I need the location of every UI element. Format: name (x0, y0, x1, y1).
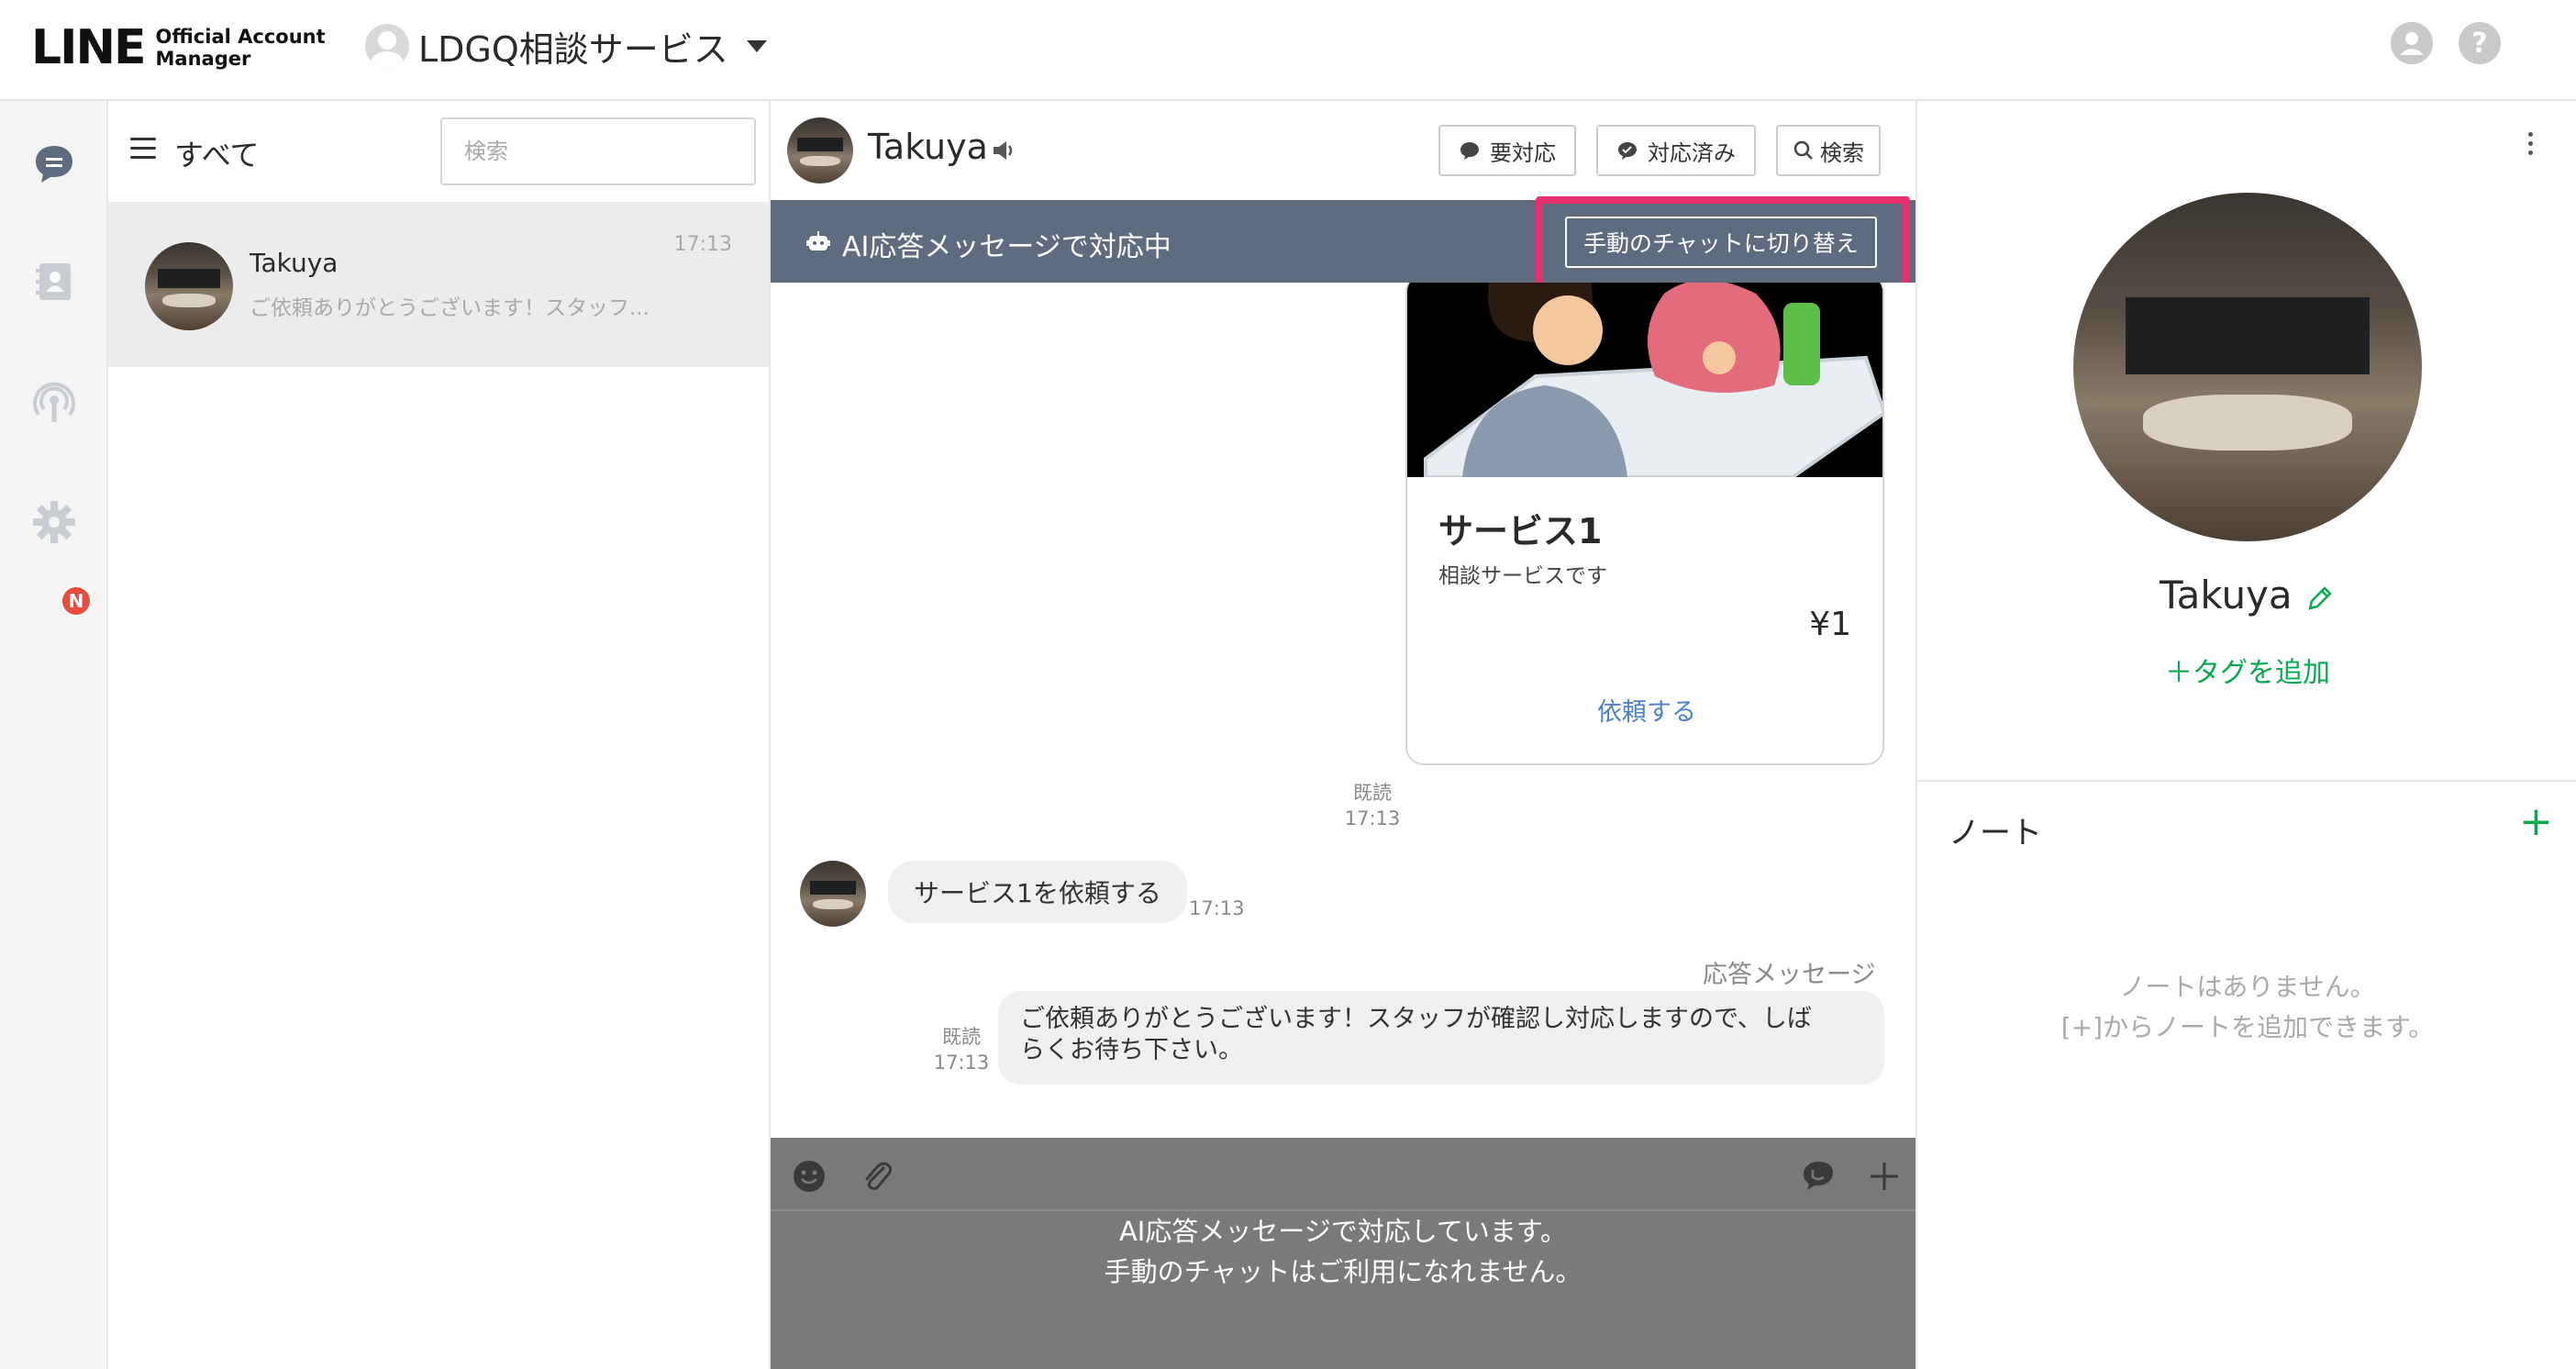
profile-photo (2073, 193, 2422, 541)
bot-read-label: 既読 (942, 1026, 981, 1048)
bot-message-read-status: 既読 17:13 (925, 1024, 998, 1075)
user-message-time: 17:13 (1189, 897, 1245, 919)
chat-list-header: すべて (108, 101, 771, 202)
chevron-down-icon (746, 39, 767, 52)
needs-action-label: 要対応 (1490, 139, 1556, 166)
plus-icon[interactable] (1862, 1154, 1906, 1198)
top-bar: LINE Official Account Manager LDGQ相談サービス… (0, 0, 2576, 101)
chat-bubble-icon (1460, 142, 1479, 160)
logo-subtitle-line2: Manager (155, 48, 251, 70)
contact-name: Takuya (868, 127, 988, 167)
conversation-panel: Takuya 要対応 対応済み 検索 AI応答メッセージで対応中 手動のチャット… (771, 101, 1915, 1369)
needs-action-button[interactable]: 要対応 (1438, 125, 1576, 176)
notes-title: ノート (1949, 815, 2042, 851)
user-message-text: サービス1を依頼する (914, 878, 1161, 908)
menu-icon[interactable] (130, 138, 156, 160)
chat-icon[interactable] (31, 141, 77, 187)
contact-avatar[interactable] (787, 117, 853, 184)
ai-response-bar: AI応答メッセージで対応中 手動のチャットに切り替え (771, 196, 1915, 301)
response-message-label: 応答メッセージ (1703, 961, 1876, 989)
user-profile-icon[interactable] (2391, 22, 2433, 64)
message-search-label: 検索 (1820, 139, 1864, 166)
left-nav-rail: N (0, 101, 108, 1369)
bot-read-time: 17:13 (933, 1052, 990, 1074)
composer-disabled-message: AI応答メッセージで対応しています。 手動のチャットはご利用になれません。 (771, 1211, 1915, 1292)
bot-message-bubble: ご依頼ありがとうございます！スタッフが確認し対応しますので、しば らくお待ち下さ… (998, 991, 1884, 1085)
composer-disabled-line1: AI応答メッセージで対応しています。 (1118, 1216, 1568, 1247)
robot-icon (806, 231, 830, 250)
user-message-bubble: サービス1を依頼する (888, 861, 1187, 923)
card-description: 相談サービスです (1438, 564, 1607, 588)
check-bubble-icon (1618, 142, 1637, 160)
service-card: サービス1 相談サービスです ¥1 依頼する (1405, 283, 1884, 765)
speaker-icon[interactable] (991, 138, 1016, 163)
done-button[interactable]: 対応済み (1596, 125, 1756, 176)
profile-panel: Takuya ＋タグを追加 ノート + ノートはありません。 [+]からノートを… (1915, 101, 2576, 1369)
card-read-label: 既読 (1353, 782, 1392, 804)
message-area: サービス1 相談サービスです ¥1 依頼する 既読 17:13 サービス1を依頼… (771, 283, 1915, 1138)
chat-search-input[interactable] (440, 117, 756, 185)
profile-divider (1917, 780, 2576, 782)
card-read-status: 既読 17:13 (1336, 780, 1409, 831)
conversation-header: Takuya 要対応 対応済み 検索 (771, 101, 1915, 200)
bot-message-line1: ご依頼ありがとうございます！スタッフが確認し対応しますので、しば (1020, 1005, 1812, 1033)
help-icon[interactable]: ? (2459, 22, 2501, 64)
search-icon (1793, 140, 1813, 160)
more-options-icon[interactable] (2525, 132, 2536, 169)
chat-avatar (145, 242, 233, 330)
notes-empty-line2: [+]からノートを追加できます。 (2060, 1012, 2435, 1042)
chat-filter-label[interactable]: すべて (174, 132, 259, 174)
notes-empty-line1: ノートはありません。 (2119, 972, 2376, 1002)
card-title: サービス1 (1438, 511, 1603, 551)
line-logo[interactable]: LINE Official Account Manager (31, 20, 326, 75)
settings-gear-icon[interactable] (31, 499, 77, 545)
card-request-action[interactable]: 依頼する (1407, 692, 1882, 728)
chat-item-preview: ご依頼ありがとうございます！スタッフ... (250, 296, 650, 320)
chat-item-name: Takuya (250, 248, 339, 278)
card-read-time: 17:13 (1344, 807, 1401, 829)
account-avatar (365, 24, 409, 68)
switch-to-manual-chat-button[interactable]: 手動のチャットに切り替え (1565, 217, 1877, 268)
logo-subtitle-line1: Official Account (155, 26, 326, 48)
app-root: LINE Official Account Manager LDGQ相談サービス… (0, 0, 2576, 1369)
message-composer-disabled: AI応答メッセージで対応しています。 手動のチャットはご利用になれません。 (771, 1138, 1915, 1369)
ai-response-status: AI応答メッセージで対応中 (842, 231, 1171, 263)
composer-disabled-line2: 手動のチャットはご利用になれません。 (1104, 1256, 1582, 1287)
add-tag-link[interactable]: ＋タグを追加 (1917, 650, 2576, 690)
chat-list-panel: すべて Takuya ご依頼ありがとうございます！スタッフ... 17:13 (108, 101, 771, 1369)
profile-name: Takuya (2159, 573, 2293, 618)
logo-subtitle: Official Account Manager (156, 26, 326, 70)
logo-line-text: LINE (31, 20, 147, 75)
add-note-button[interactable]: + (2519, 798, 2553, 845)
edit-pencil-icon[interactable] (2304, 583, 2336, 614)
quick-reply-icon[interactable] (1796, 1154, 1840, 1198)
emoji-icon[interactable] (787, 1154, 831, 1198)
broadcast-icon[interactable] (31, 380, 77, 426)
attachment-icon[interactable] (855, 1154, 899, 1198)
notes-empty-state: ノートはありません。 [+]からノートを追加できます。 (1917, 967, 2576, 1048)
bot-message-line2: らくお待ち下さい。 (1020, 1036, 1243, 1064)
account-switcher[interactable]: LDGQ相談サービス (365, 20, 767, 72)
message-search-button[interactable]: 検索 (1776, 125, 1881, 176)
profile-name-row: Takuya (1917, 573, 2576, 618)
chat-list-item[interactable]: Takuya ご依頼ありがとうございます！スタッフ... 17:13 (108, 202, 769, 367)
account-name: LDGQ相談サービス (418, 28, 728, 70)
card-illustration (1407, 283, 1882, 477)
done-label: 対応済み (1648, 139, 1736, 166)
chat-item-time: 17:13 (673, 233, 732, 256)
contacts-icon[interactable] (31, 259, 77, 305)
user-message-avatar[interactable] (800, 861, 866, 927)
notification-badge: N (61, 585, 92, 617)
card-price: ¥1 (1809, 606, 1851, 643)
